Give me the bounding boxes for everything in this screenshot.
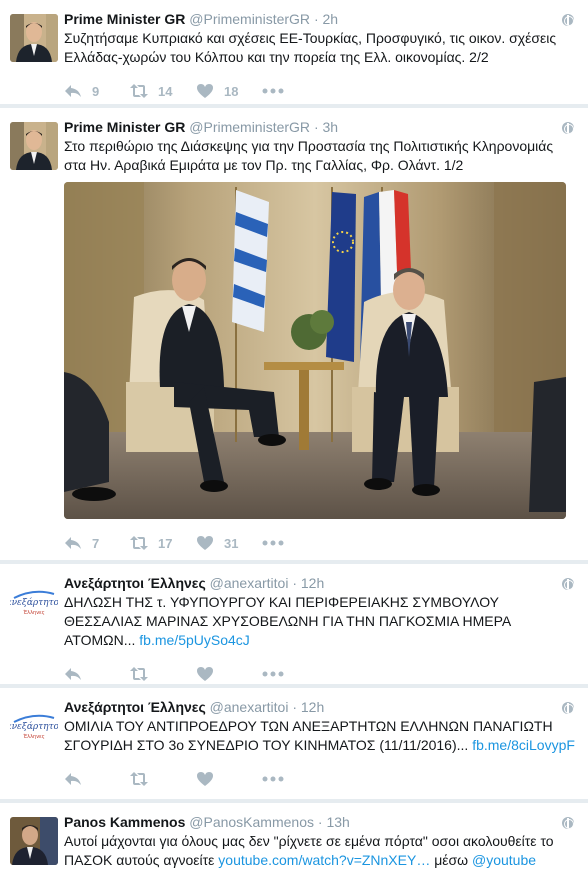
tweet[interactable]: Prime Minister GR @PrimeministerGR · 2h … (0, 0, 588, 104)
tweet-photo[interactable] (64, 182, 566, 519)
heart-icon (197, 667, 213, 681)
separator: · (313, 119, 319, 135)
globe-icon (562, 14, 574, 26)
timestamp[interactable]: 12h (301, 699, 324, 715)
reply-count: 7 (92, 535, 100, 551)
tweet-text: Συζητήσαμε Κυπριακό και σχέσεις ΕΕ-Τουρκ… (64, 30, 557, 65)
tweet-actions (64, 769, 576, 789)
like-count: 31 (224, 535, 239, 551)
author-name[interactable]: Ανεξάρτητοι Έλληνες (64, 699, 206, 715)
reply-button[interactable]: 9 (64, 83, 130, 99)
mention-link[interactable]: @youtube (472, 852, 536, 868)
more-button[interactable] (262, 671, 328, 677)
retweet-count: 14 (158, 83, 173, 99)
tweet-link[interactable]: youtube.com/watch?v=ZNnXEY… (218, 852, 430, 868)
reply-count: 9 (92, 83, 100, 99)
heart-icon (197, 772, 213, 786)
author-name[interactable]: Ανεξάρτητοι Έλληνες (64, 575, 206, 591)
heart-icon (197, 84, 213, 98)
reply-icon (65, 773, 81, 785)
timeline: Prime Minister GR @PrimeministerGR · 2h … (0, 0, 588, 884)
logo-subtext: Έλληνες (22, 733, 44, 740)
author-handle[interactable]: @PrimeministerGR (189, 11, 310, 27)
more-button[interactable] (262, 776, 328, 782)
timestamp[interactable]: 13h (326, 814, 349, 830)
retweet-icon (130, 536, 148, 550)
reply-icon (65, 668, 81, 680)
tweet-actions: 9 14 18 (64, 81, 576, 101)
tweet-link[interactable]: fb.me/5pUySo4cJ (139, 632, 250, 648)
tweet-header: Panos Kammenos @PanosKammenos · 13h (64, 813, 576, 831)
logo-subtext: Έλληνες (22, 609, 44, 616)
tweet[interactable]: ανεξάρτητοι Έλληνες Ανεξάρτητοι Έλληνες … (0, 688, 588, 799)
heart-icon (197, 536, 213, 550)
more-button[interactable] (262, 88, 328, 94)
like-button[interactable]: 31 (196, 535, 262, 551)
author-name[interactable]: Prime Minister GR (64, 11, 185, 27)
timestamp[interactable]: 3h (323, 119, 339, 135)
timestamp[interactable]: 12h (301, 575, 324, 591)
more-dots-icon (262, 671, 284, 677)
author-handle[interactable]: @PanosKammenos (189, 814, 314, 830)
avatar[interactable] (10, 122, 58, 170)
separator: · (313, 11, 319, 27)
tweet[interactable]: Prime Minister GR @PrimeministerGR · 3h … (0, 108, 588, 560)
tweet[interactable]: Panos Kammenos @PanosKammenos · 13h Αυτο… (0, 803, 588, 884)
tweet-actions (64, 664, 576, 684)
author-handle[interactable]: @PrimeministerGR (189, 119, 310, 135)
retweet-button[interactable] (130, 771, 196, 787)
globe-icon (562, 122, 574, 134)
logo-text: ανεξάρτητοι (10, 721, 58, 732)
timestamp[interactable]: 2h (323, 11, 339, 27)
reply-button[interactable] (64, 771, 130, 787)
tweet-header: Ανεξάρτητοι Έλληνες @anexartitoi · 12h (64, 698, 576, 716)
avatar[interactable] (10, 14, 58, 62)
avatar[interactable] (10, 817, 58, 865)
tweet[interactable]: ανεξάρτητοι Έλληνες Ανεξάρτητοι Έλληνες … (0, 564, 588, 684)
like-button[interactable] (196, 771, 262, 787)
avatar[interactable]: ανεξάρτητοι Έλληνες (10, 702, 58, 750)
retweet-icon (130, 667, 148, 681)
tweet-body: ΔΗΛΩΣΗ ΤΗΣ τ. ΥΦΥΠΟΥΡΓΟΥ ΚΑΙ ΠΕΡΙΦΕΡΕΙΑΚ… (64, 594, 511, 648)
tweet-text: ΟΜΙΛΙΑ ΤΟΥ ΑΝΤΙΠΡΟΕΔΡΟΥ ΤΩΝ ΑΝΕΞΑΡΤΗΤΩΝ … (64, 717, 576, 755)
author-name[interactable]: Panos Kammenos (64, 814, 185, 830)
retweet-icon (130, 84, 148, 98)
reply-button[interactable] (64, 666, 130, 682)
retweet-icon (130, 772, 148, 786)
retweet-button[interactable]: 17 (130, 535, 196, 551)
separator: · (292, 699, 297, 715)
author-handle[interactable]: @anexartitoi (210, 575, 289, 591)
separator: · (292, 575, 297, 591)
like-button[interactable]: 18 (196, 83, 262, 99)
retweet-button[interactable]: 14 (130, 83, 196, 99)
retweet-count: 17 (158, 535, 173, 551)
globe-icon (562, 578, 574, 590)
reply-button[interactable]: 7 (64, 535, 130, 551)
like-count: 18 (224, 83, 239, 99)
globe-icon (562, 702, 574, 714)
author-name[interactable]: Prime Minister GR (64, 119, 185, 135)
avatar[interactable]: ανεξάρτητοι Έλληνες (10, 578, 58, 626)
separator: · (317, 814, 323, 830)
like-button[interactable] (196, 666, 262, 682)
globe-icon (562, 817, 574, 829)
tweet-header: Prime Minister GR @PrimeministerGR · 3h (64, 118, 576, 136)
via-text: μέσω (430, 852, 472, 868)
more-dots-icon (262, 776, 284, 782)
reply-icon (65, 537, 81, 549)
tweet-link[interactable]: fb.me/8ciLovypF (472, 737, 575, 753)
more-dots-icon (262, 540, 284, 546)
tweet-text: Αυτοί μάχονται για όλους μας δεν "ρίχνετ… (64, 832, 576, 870)
reply-icon (65, 85, 81, 97)
tweet-actions: 7 17 31 (64, 533, 576, 553)
more-dots-icon (262, 88, 284, 94)
tweet-text: Στο περιθώριο της Διάσκεψης για την Προσ… (64, 138, 554, 173)
author-handle[interactable]: @anexartitoi (210, 699, 289, 715)
more-button[interactable] (262, 540, 328, 546)
retweet-button[interactable] (130, 666, 196, 682)
tweet-header: Prime Minister GR @PrimeministerGR · 2h (64, 10, 576, 28)
tweet-header: Ανεξάρτητοι Έλληνες @anexartitoi · 12h (64, 574, 576, 592)
logo-text: ανεξάρτητοι (10, 597, 58, 608)
tweet-text: ΔΗΛΩΣΗ ΤΗΣ τ. ΥΦΥΠΟΥΡΓΟΥ ΚΑΙ ΠΕΡΙΦΕΡΕΙΑΚ… (64, 593, 576, 650)
